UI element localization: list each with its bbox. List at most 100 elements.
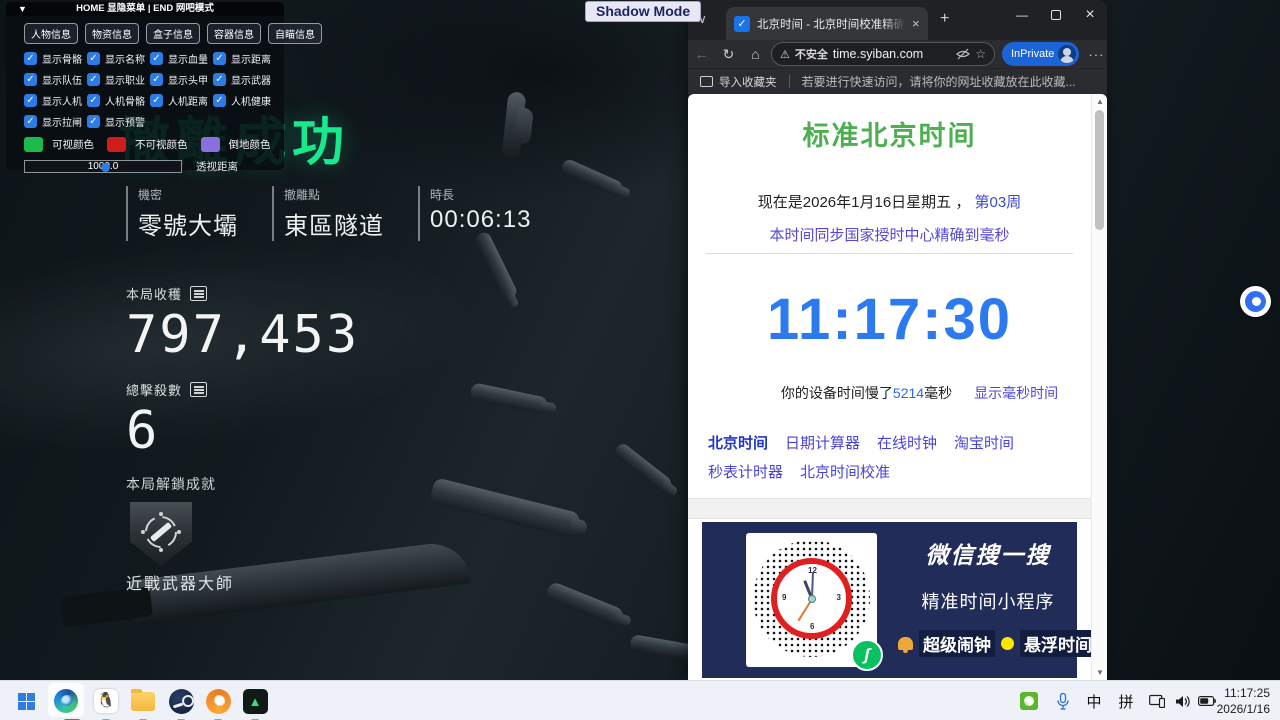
checkbox-checked-icon[interactable]: ✓ (87, 73, 100, 86)
checkbox-checked-icon[interactable]: ✓ (87, 115, 100, 128)
menu-tab-button[interactable]: 人物信息 (24, 23, 78, 44)
taskbar-explorer-button[interactable] (127, 685, 159, 717)
color-swatch[interactable] (107, 137, 126, 152)
menu-checkbox-item[interactable]: ✓显示拉闸 (24, 114, 87, 129)
taskbar-clock[interactable]: 11:17:25 2026/1/16 (1217, 685, 1270, 717)
color-swatch[interactable] (201, 137, 220, 152)
checkbox-checked-icon[interactable]: ✓ (213, 73, 226, 86)
checkbox-checked-icon[interactable]: ✓ (150, 94, 163, 107)
taskbar-deltaforce-button[interactable]: ▲ (239, 685, 271, 717)
menu-checkbox-item[interactable]: ✓显示职业 (87, 72, 150, 87)
tracking-prevention-icon[interactable] (956, 48, 970, 60)
checkbox-label: 显示血量 (168, 51, 208, 66)
alarm-bell-icon (898, 637, 913, 650)
kills-value: 6 (126, 401, 207, 461)
taskbar-steam-button[interactable] (165, 685, 197, 717)
checkbox-checked-icon[interactable]: ✓ (87, 94, 100, 107)
tray-app-button[interactable] (1018, 691, 1040, 711)
menu-tab-button[interactable]: 自瞄信息 (268, 23, 322, 44)
bullet-art (545, 581, 626, 628)
checkbox-checked-icon[interactable]: ✓ (24, 73, 37, 86)
checkbox-label: 显示骨骼 (42, 51, 82, 66)
checkbox-checked-icon[interactable]: ✓ (87, 52, 100, 65)
taskbar-launcher-button[interactable] (202, 685, 234, 717)
new-tab-button[interactable]: + (940, 10, 949, 28)
menu-checkbox-item[interactable]: ✓显示距离 (213, 51, 276, 66)
page-nav-link[interactable]: 北京时间 (708, 429, 768, 458)
menu-checkbox-item[interactable]: ✓人机健康 (213, 93, 276, 108)
tray-volume-button[interactable] (1172, 691, 1194, 711)
menu-tab-button[interactable]: 容器信息 (207, 23, 261, 44)
taskbar-date: 2026/1/16 (1217, 701, 1270, 717)
page-nav-link[interactable]: 淘宝时间 (954, 429, 1014, 458)
close-button[interactable]: × (1073, 0, 1107, 29)
browser-menu-icon[interactable]: ··· (1088, 47, 1104, 62)
ime-language-button[interactable]: 中 (1083, 691, 1105, 711)
browser-tab[interactable]: ✓ 北京时间 - 北京时间校准精确到毫 × (726, 7, 928, 40)
profile-avatar (1058, 45, 1076, 63)
checkbox-checked-icon[interactable]: ✓ (24, 52, 37, 65)
date-text: 现在是2026年1月16日星期五 ， (758, 194, 971, 211)
menu-checkbox-item[interactable]: ✓人机骨骼 (87, 93, 150, 108)
scroll-up-icon[interactable]: ▲ (1092, 97, 1107, 106)
menu-header[interactable]: ▼ HOME 显隐菜单 | END 网吧模式 (6, 2, 284, 16)
favorites-bar: 导入收藏夹 若要进行快速访问，请将你的网址收藏放在此收藏... (688, 68, 1107, 94)
home-button[interactable]: ⌂ (742, 46, 769, 62)
menu-checkbox-item[interactable]: ✓显示人机 (24, 93, 87, 108)
tray-battery-button[interactable] (1195, 691, 1219, 711)
taskbar-edge-button[interactable] (50, 685, 82, 717)
menu-checkbox-item[interactable]: ✓ 显示骨骼 (24, 51, 87, 66)
scroll-down-icon[interactable]: ▼ (1092, 668, 1107, 677)
minimize-button[interactable]: — (1005, 0, 1039, 29)
scrollbar-thumb[interactable] (1095, 110, 1104, 230)
checkbox-label: 显示头甲 (168, 72, 208, 87)
menu-checkbox-item[interactable]: ✓ 显示头甲 (150, 72, 213, 87)
checkbox-checked-icon[interactable]: ✓ (150, 52, 163, 65)
url-text[interactable]: time.syiban.com (833, 47, 951, 61)
checkbox-checked-icon[interactable]: ✓ (24, 115, 37, 128)
cast-screen-icon (1149, 694, 1165, 708)
menu-tab-button[interactable]: 盒子信息 (146, 23, 200, 44)
menu-checkbox-item[interactable]: ✓ 显示血量 (150, 51, 213, 66)
menu-checkbox-item[interactable]: ✓显示队伍 (24, 72, 87, 87)
menu-checkbox-item[interactable]: ✓显示武器 (213, 72, 276, 87)
ime-pinyin-button[interactable]: 拼 (1115, 691, 1137, 711)
menu-checkbox-item[interactable]: ✓显示名称 (87, 51, 150, 66)
menu-tab-button[interactable]: 物资信息 (85, 23, 139, 44)
favorite-star-icon[interactable]: ☆ (975, 47, 986, 61)
checkbox-checked-icon[interactable]: ✓ (150, 73, 163, 86)
inprivate-badge[interactable]: InPrivate (1002, 42, 1079, 66)
distance-slider[interactable]: 1000.0 (24, 160, 182, 173)
collapse-arrow-icon[interactable]: ▼ (18, 2, 27, 16)
wechat-banner[interactable]: 12 3 6 9 ʃ 微信搜一搜 精准时间小程序 (702, 522, 1077, 678)
start-button[interactable] (10, 685, 42, 717)
bullet-art (612, 441, 673, 493)
import-favorites-button[interactable]: 导入收藏夹 (719, 74, 777, 90)
page-nav-link[interactable]: 北京时间校准 (800, 458, 890, 487)
menu-slider-row: 1000.0 透视距离 (6, 152, 284, 174)
slider-handle[interactable] (101, 163, 110, 172)
page-nav-link[interactable]: 秒表计时器 (708, 458, 783, 487)
show-milliseconds-link[interactable]: 显示毫秒时间 (974, 383, 1058, 403)
page-nav-link[interactable]: 在线时钟 (877, 429, 937, 458)
checkbox-checked-icon[interactable]: ✓ (213, 94, 226, 107)
back-button[interactable]: ← (688, 46, 715, 62)
refresh-button[interactable]: ↻ (715, 46, 742, 63)
tray-cast-button[interactable] (1146, 691, 1168, 711)
page-scrollbar[interactable]: ▲ ▼ (1091, 94, 1107, 680)
tray-microphone-button[interactable] (1053, 691, 1073, 711)
sync-source-link[interactable]: 本时间同步国家授时中心精确到毫秒 (688, 224, 1091, 245)
url-field[interactable]: ⚠ 不安全 time.syiban.com ☆ (771, 42, 995, 66)
checkbox-checked-icon[interactable]: ✓ (213, 52, 226, 65)
color-swatch[interactable] (24, 137, 43, 152)
taskbar-qq-button[interactable]: 🐧 (90, 685, 122, 717)
maximize-button[interactable] (1039, 0, 1073, 29)
week-link[interactable]: 第03周 (975, 194, 1022, 211)
checkbox-checked-icon[interactable]: ✓ (24, 94, 37, 107)
floating-assistant-button[interactable] (1240, 286, 1271, 317)
menu-checkbox-item[interactable]: ✓人机距离 (150, 93, 213, 108)
menu-checkbox-item[interactable]: ✓显示预警 (87, 114, 150, 129)
window-controls: — × (1005, 0, 1107, 29)
page-nav-link[interactable]: 日期计算器 (785, 429, 860, 458)
tab-close-icon[interactable]: × (912, 16, 920, 31)
